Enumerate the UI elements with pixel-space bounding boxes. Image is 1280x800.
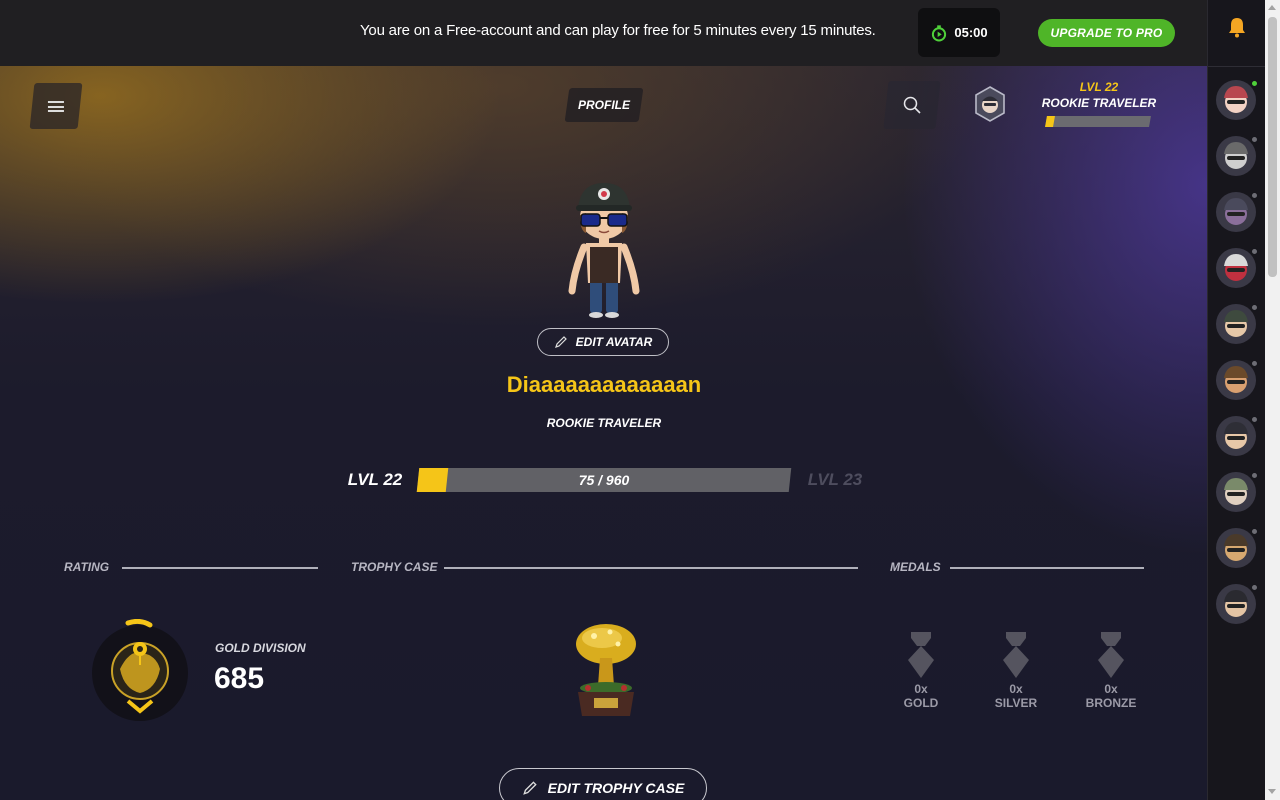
timer-value: 05:00 (954, 25, 988, 40)
online-status-dot (1251, 584, 1258, 591)
avatar (1216, 528, 1256, 568)
edit-avatar-button[interactable]: EDIT AVATAR (537, 328, 669, 356)
avatar (1216, 416, 1256, 456)
online-status-dot (1251, 136, 1258, 143)
next-level: LVL 23 (807, 470, 863, 489)
trophy-case-section-title: TROPHY CASE (351, 560, 438, 574)
user-title: ROOKIE TRAVELER (546, 416, 662, 430)
rating-section-title: RATING (64, 560, 110, 574)
silver-medal: 0x SILVER (986, 632, 1046, 710)
search-button[interactable] (883, 81, 941, 129)
silver-medal-count: 0x (1009, 682, 1023, 696)
medal-icon (1098, 632, 1124, 678)
avatar (1216, 192, 1256, 232)
friend-avatar[interactable] (1216, 192, 1260, 236)
search-icon (903, 96, 921, 114)
avatar (1216, 304, 1256, 344)
current-level: LVL 22 (347, 470, 403, 489)
scrollbar-thumb[interactable] (1268, 17, 1277, 277)
rating-value: 685 (214, 662, 265, 695)
gold-medal-label: GOLD (903, 696, 939, 710)
friends-sidebar (1207, 0, 1266, 800)
stopwatch-icon (932, 24, 947, 41)
bell-icon[interactable] (1226, 16, 1248, 38)
rating-divider (122, 567, 318, 569)
avatar (1216, 472, 1256, 512)
division-label: GOLD DIVISION (215, 641, 306, 655)
medal-icon (1003, 632, 1029, 678)
tab-profile[interactable]: PROFILE (564, 88, 644, 122)
mushroom-trophy-icon[interactable] (566, 620, 642, 720)
scroll-up-arrow-icon[interactable] (1268, 5, 1276, 10)
friend-avatar[interactable] (1216, 416, 1260, 460)
friend-avatar[interactable] (1216, 584, 1260, 628)
gold-medal: 0x GOLD (891, 632, 951, 710)
online-status-dot (1251, 360, 1258, 367)
menu-button[interactable] (29, 83, 83, 129)
header-xp-fill (1045, 116, 1056, 127)
username: Diaaaaaaaaaaaaan (506, 372, 702, 397)
friend-avatar[interactable] (1216, 304, 1260, 348)
free-account-banner: You are on a Free-account and can play f… (0, 0, 1207, 66)
rank-badge-icon[interactable] (974, 86, 1006, 122)
friend-avatar[interactable] (1216, 528, 1260, 572)
xp-progress-text: 75 / 960 (578, 472, 630, 488)
medals-section-title: MEDALS (890, 560, 941, 574)
online-status-dot (1251, 528, 1258, 535)
tab-profile-label: PROFILE (577, 98, 630, 112)
header-title: ROOKIE TRAVELER (1041, 96, 1157, 110)
avatar (1216, 584, 1256, 624)
avatar (1216, 360, 1256, 400)
friend-avatar[interactable] (1216, 136, 1260, 180)
online-status-dot (1251, 416, 1258, 423)
upgrade-to-pro-button[interactable]: UPGRADE TO PRO (1038, 19, 1175, 47)
play-timer: 05:00 (918, 8, 1000, 57)
gold-division-badge-icon (92, 619, 188, 721)
online-status-dot (1251, 304, 1258, 311)
pencil-icon (554, 336, 567, 348)
online-status-dot (1251, 472, 1258, 479)
online-status-dot (1251, 248, 1258, 255)
gold-medal-count: 0x (914, 682, 928, 696)
edit-avatar-label: EDIT AVATAR (575, 335, 653, 349)
edit-trophy-case-label: EDIT TROPHY CASE (547, 780, 685, 796)
avatar (1216, 136, 1256, 176)
bronze-medal-label: BRONZE (1085, 696, 1137, 710)
hamburger-icon (48, 100, 64, 112)
header-xp-bar (1045, 116, 1151, 127)
header-level: LVL 22 (1079, 80, 1119, 94)
online-status-dot (1251, 80, 1258, 87)
online-status-dot (1251, 192, 1258, 199)
trophy-case-divider (444, 567, 858, 569)
bronze-medal: 0x BRONZE (1081, 632, 1141, 710)
avatar (1216, 248, 1256, 288)
friend-avatar[interactable] (1216, 248, 1260, 292)
friend-avatar[interactable] (1216, 80, 1260, 124)
profile-page: PROFILE LVL 22 ROOKIE TRAVELER EDIT AVAT… (0, 66, 1207, 800)
scroll-down-arrow-icon[interactable] (1268, 789, 1276, 794)
xp-progress-bar: 75 / 960 (416, 468, 792, 492)
friend-avatar[interactable] (1216, 472, 1260, 516)
silver-medal-label: SILVER (994, 696, 1038, 710)
bronze-medal-count: 0x (1104, 682, 1118, 696)
player-avatar (568, 183, 640, 318)
sidebar-divider (1208, 66, 1266, 67)
page-scrollbar[interactable] (1265, 0, 1280, 800)
free-account-message: You are on a Free-account and can play f… (360, 22, 876, 39)
medal-icon (908, 632, 934, 678)
friend-avatar[interactable] (1216, 360, 1260, 404)
medals-divider (950, 567, 1144, 569)
pencil-icon (522, 781, 537, 795)
edit-trophy-case-button[interactable]: EDIT TROPHY CASE (499, 768, 707, 800)
avatar (1216, 80, 1256, 120)
